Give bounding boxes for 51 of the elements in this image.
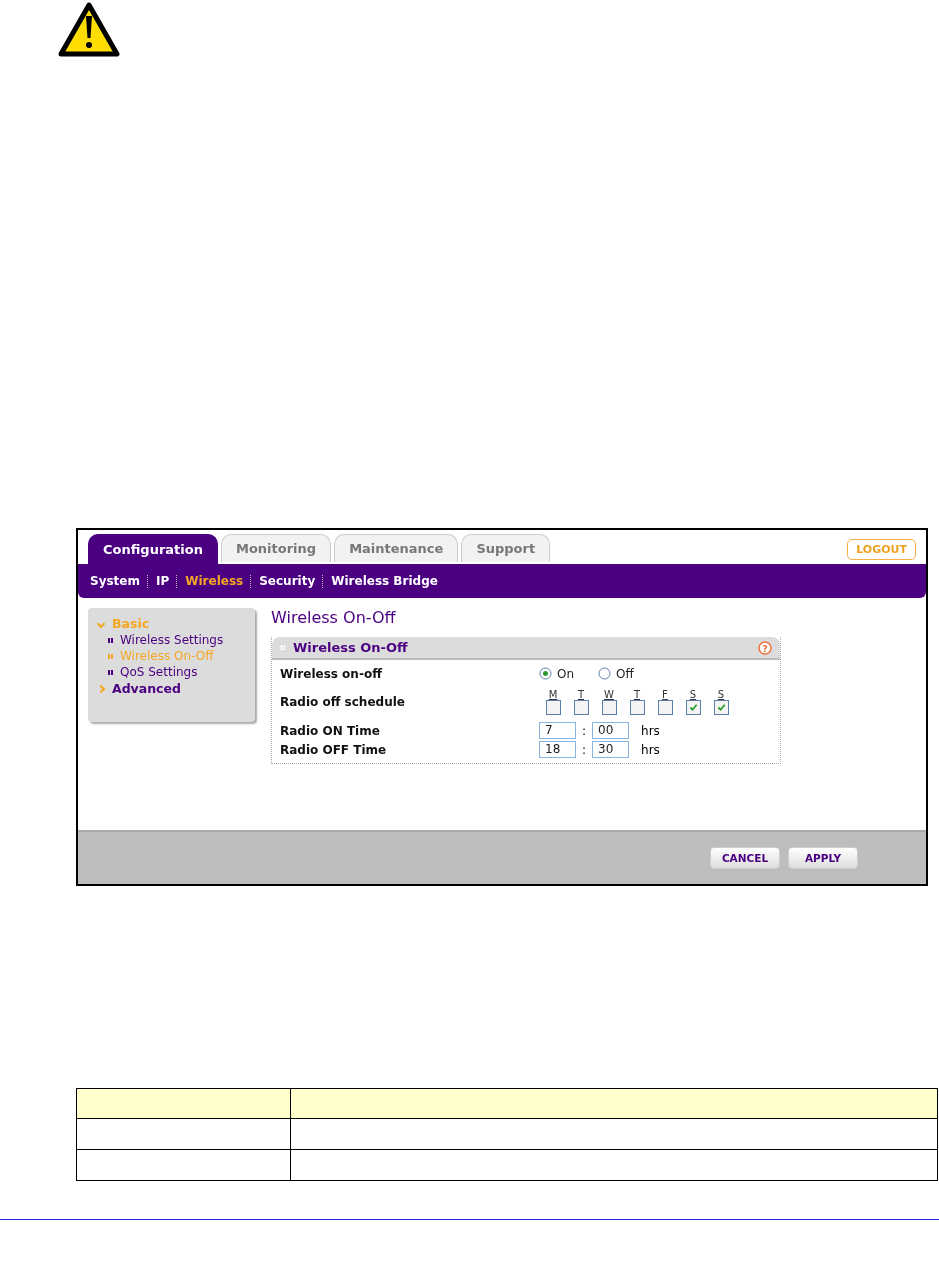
nav-link[interactable]: System <box>90 574 140 588</box>
day-label: T <box>577 689 585 700</box>
day-label: S <box>717 689 725 700</box>
sidebar-section[interactable]: Advanced <box>98 681 245 696</box>
tab[interactable]: Support <box>461 534 551 562</box>
check-icon <box>688 703 698 712</box>
action-button[interactable]: APPLY <box>788 847 858 869</box>
tab[interactable]: Monitoring <box>220 534 332 562</box>
unit-label: hrs <box>641 742 660 757</box>
field-label: Wireless on-off <box>280 666 383 681</box>
double-chevron-icon <box>108 653 114 659</box>
radio-option[interactable]: On <box>539 666 575 681</box>
warning-icon <box>58 2 120 58</box>
day-label: T <box>633 689 641 700</box>
time-separator: : <box>582 723 587 738</box>
day-label: F <box>662 689 668 700</box>
nav-link[interactable]: Security <box>259 574 316 588</box>
nav-link[interactable]: IP <box>156 574 170 588</box>
time-separator: : <box>582 742 587 757</box>
checkbox[interactable] <box>545 700 561 715</box>
action-button[interactable]: CANCEL <box>710 847 780 869</box>
day-label: W <box>604 689 614 700</box>
field-label: Radio OFF Time <box>280 742 388 757</box>
checkbox[interactable] <box>629 700 645 715</box>
double-chevron-icon <box>108 669 114 675</box>
checkbox[interactable] <box>657 700 673 715</box>
field-label: Radio off schedule <box>280 695 406 709</box>
minutes-field[interactable]: 30 <box>592 741 630 758</box>
check-icon <box>716 703 726 712</box>
unit-label: hrs <box>641 723 660 738</box>
tab[interactable]: Configuration <box>88 534 218 564</box>
tab[interactable]: Maintenance <box>334 534 459 562</box>
sidebar-item[interactable]: Wireless Settings <box>98 633 245 647</box>
day-label: S <box>689 689 697 700</box>
field-label: Radio ON Time <box>280 723 381 738</box>
nav-link[interactable]: Wireless <box>185 574 244 588</box>
minutes-field[interactable]: 00 <box>592 722 630 739</box>
hours-field[interactable]: 18 <box>539 741 576 758</box>
double-chevron-icon <box>108 637 114 643</box>
nav-link[interactable]: Wireless Bridge <box>331 574 438 588</box>
checkbox[interactable] <box>601 700 617 715</box>
checkbox[interactable] <box>713 700 729 715</box>
checkbox[interactable] <box>685 700 701 715</box>
radio-option[interactable]: Off <box>598 666 634 681</box>
day-label: M <box>548 689 558 700</box>
grip-icon <box>280 645 285 650</box>
checkbox[interactable] <box>573 700 589 715</box>
panel-title: Wireless On-Off <box>293 640 409 655</box>
sidebar-item[interactable]: QoS Settings <box>98 665 245 679</box>
hours-field[interactable]: 7 <box>539 722 576 739</box>
page-title: Wireless On-Off <box>271 608 397 627</box>
